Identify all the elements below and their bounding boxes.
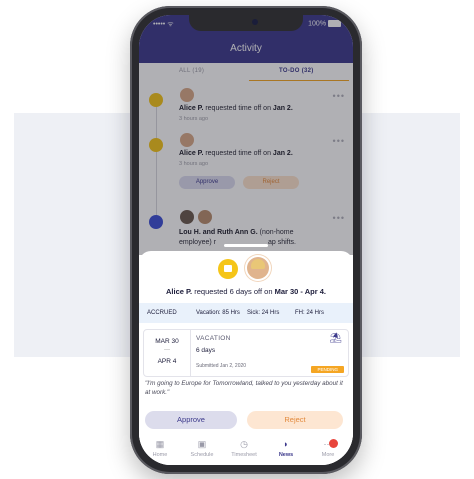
nav-label: Schedule <box>190 452 214 458</box>
notification-badge <box>329 439 338 448</box>
camera <box>252 19 258 25</box>
request-sheet: Alice P. requested 6 days off on Mar 30 … <box>139 251 353 465</box>
rss-icon: ◗ <box>283 439 289 449</box>
suitcase-icon <box>218 259 238 279</box>
phone-screen: ••••• ᯤ 100% Activity ALL (19) TO-DO (32… <box>139 15 353 465</box>
nav-timesheet[interactable]: ◷ Timesheet <box>227 439 261 458</box>
bottom-nav: ▦ Home ▣ Schedule ◷ Timesheet ◗ News ⋯ M… <box>139 435 353 465</box>
submitted-date: Submitted Jan 2, 2020 <box>196 363 247 369</box>
accrued-label: ACCRUED <box>147 310 177 316</box>
nav-label: Home <box>152 452 168 458</box>
nav-home[interactable]: ▦ Home <box>143 439 177 458</box>
date-separator: — <box>164 347 170 353</box>
more-icon: ⋯ <box>323 439 333 449</box>
accrued-bar: ACCRUED Vacation: 85 Hrs Sick: 24 Hrs FH… <box>139 303 353 323</box>
nav-more[interactable]: ⋯ More <box>311 439 345 458</box>
start-date: MAR 30 <box>155 338 179 345</box>
accrued-vacation: Vacation: 85 Hrs <box>196 310 240 316</box>
phone-frame: ••••• ᯤ 100% Activity ALL (19) TO-DO (32… <box>130 6 362 474</box>
nav-label: More <box>321 452 335 458</box>
palm-tree-icon: ⛱ <box>329 333 342 344</box>
avatar <box>247 257 269 279</box>
request-type: VACATION <box>196 335 231 342</box>
accrued-fh: FH: 24 Hrs <box>295 310 325 316</box>
accrued-sick: Sick: 24 Hrs <box>247 310 280 316</box>
notch <box>189 15 303 31</box>
request-note: "I'm going to Europe for Tomorrowland, t… <box>145 380 343 396</box>
request-card[interactable]: MAR 30 — APR 4 VACATION 6 days Submitted… <box>143 329 349 377</box>
request-days: 6 days <box>196 347 216 354</box>
sheet-title: Alice P. requested 6 days off on Mar 30 … <box>166 287 326 296</box>
clock-icon: ◷ <box>240 439 248 449</box>
nav-schedule[interactable]: ▣ Schedule <box>185 439 219 458</box>
nav-label: News <box>278 452 294 458</box>
status-badge: PENDING <box>311 366 344 373</box>
dim-overlay[interactable] <box>139 15 353 255</box>
nav-label: Timesheet <box>231 452 257 458</box>
date-range: MAR 30 — APR 4 <box>144 330 191 376</box>
reject-button[interactable]: Reject <box>247 411 343 429</box>
grid-icon: ▦ <box>155 439 165 449</box>
end-date: APR 4 <box>157 358 177 365</box>
approve-button[interactable]: Approve <box>145 411 237 429</box>
nav-news[interactable]: ◗ News <box>269 439 303 458</box>
calendar-icon: ▣ <box>197 439 207 449</box>
sheet-handle[interactable] <box>224 244 268 247</box>
